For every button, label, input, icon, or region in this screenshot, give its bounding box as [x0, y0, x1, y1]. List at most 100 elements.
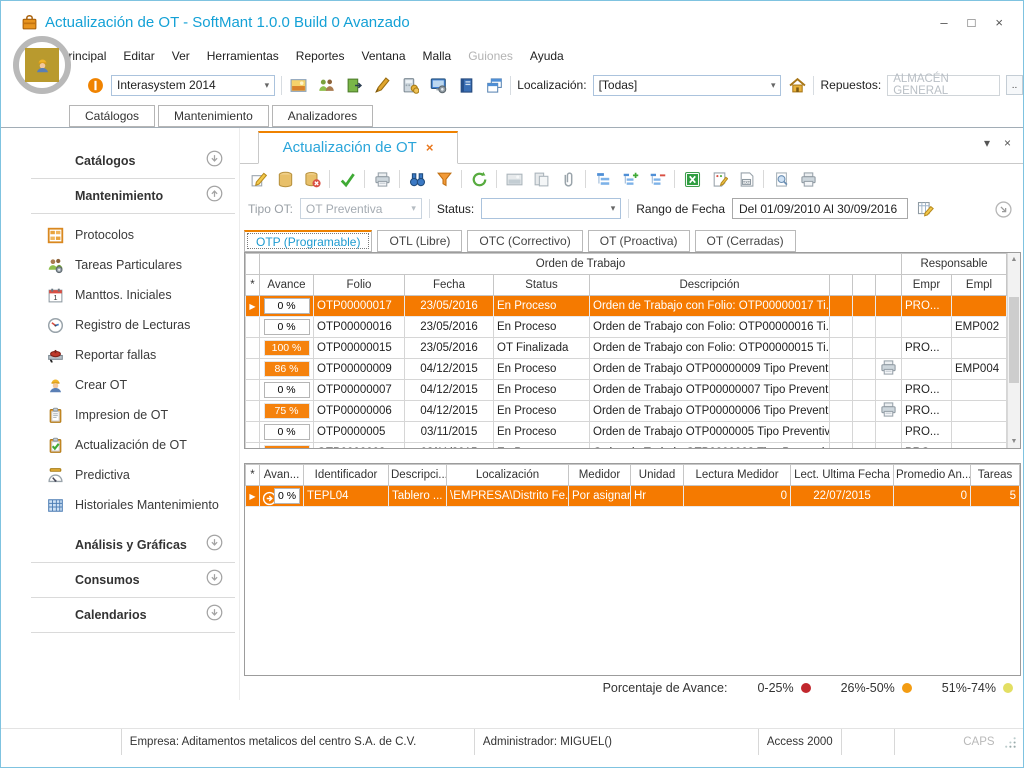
menu-item-5[interactable]: Ventana [361, 49, 405, 63]
sidebar-item-5[interactable]: Crear OT [45, 370, 235, 400]
close-button[interactable]: × [995, 16, 1003, 29]
menu-item-4[interactable]: Reportes [296, 49, 345, 63]
col-medidor[interactable]: Medidor [569, 465, 631, 486]
col-identificador[interactable]: Identificador [304, 465, 389, 486]
users-icon[interactable] [316, 75, 336, 95]
exit-icon[interactable] [344, 75, 364, 95]
col-descripcion[interactable]: Descripci... [389, 465, 447, 486]
workspace-tab-0[interactable]: Catálogos [69, 105, 155, 127]
table-row[interactable]: 0 %OTP000000503/11/2015En ProcesoOrden d… [246, 422, 1007, 443]
workspace-tab-1[interactable]: Mantenimiento [158, 105, 269, 127]
image-icon[interactable] [288, 75, 308, 95]
scroll-down-icon[interactable]: ▼ [1008, 438, 1020, 445]
sidebar-item-2[interactable]: 1Manttos. Iniciales [45, 280, 235, 310]
binoculars-icon[interactable] [407, 169, 427, 189]
ot-tab-3[interactable]: OT (Proactiva) [588, 230, 690, 252]
image2-icon[interactable] [504, 169, 524, 189]
col-lect-ultima-fecha[interactable]: Lect. Ultima Fecha [791, 465, 894, 486]
document-tab[interactable]: Actualización de OT × [258, 131, 458, 164]
repuestos-field[interactable]: ALMACÉN GENERAL [887, 75, 1000, 96]
sidebar-item-8[interactable]: Predictiva [45, 460, 235, 490]
resize-grip[interactable] [1002, 729, 1023, 755]
tree-add-icon[interactable] [620, 169, 640, 189]
sidebar-section-0[interactable]: Catálogos [31, 144, 235, 179]
col-descripcion[interactable]: Descripción [590, 275, 830, 296]
drill-icon[interactable] [261, 490, 274, 503]
edit-icon[interactable] [248, 169, 268, 189]
txt-icon[interactable]: TXT [736, 169, 756, 189]
collapse-panel-icon[interactable] [995, 201, 1013, 219]
repuestos-more-button[interactable]: .. [1006, 75, 1023, 95]
tree-remove-icon[interactable] [647, 169, 667, 189]
col-empl[interactable]: Empl [952, 275, 1007, 296]
printer-icon[interactable] [372, 169, 392, 189]
paperclip-icon[interactable] [558, 169, 578, 189]
expand-section-icon[interactable] [206, 150, 229, 173]
workspace-tab-2[interactable]: Analizadores [272, 105, 373, 127]
document-tab-close-icon[interactable]: × [426, 140, 434, 155]
col-avance[interactable]: Avan... [260, 465, 304, 486]
col-status[interactable]: Status [494, 275, 590, 296]
database-delete-icon[interactable] [302, 169, 322, 189]
col-empr[interactable]: Empr [902, 275, 952, 296]
table-row[interactable]: ▶0 %TEPL04Tablero ...\EMPRESA\Distrito F… [246, 486, 1020, 507]
excel-icon[interactable] [682, 169, 702, 189]
system-combo[interactable]: Interasystem 2014 ▾ [111, 75, 275, 96]
menu-item-7[interactable]: Guiones [468, 49, 513, 63]
rango-fecha-field[interactable]: Del 01/09/2010 Al 30/09/2016 [732, 198, 908, 219]
menu-item-1[interactable]: Editar [123, 49, 154, 63]
expand-section-icon[interactable] [206, 604, 229, 627]
sidebar-section-2[interactable]: Análisis y Gráficas [31, 528, 235, 563]
book-icon[interactable] [456, 75, 476, 95]
refresh-icon[interactable] [469, 169, 489, 189]
window-icon[interactable] [484, 75, 504, 95]
minimize-button[interactable]: – [940, 16, 947, 29]
home-icon[interactable] [787, 75, 807, 95]
maximize-button[interactable]: □ [968, 16, 976, 29]
sidebar-item-6[interactable]: Impresion de OT [45, 400, 235, 430]
sidebar-section-4[interactable]: Calendarios [31, 598, 235, 633]
table-row[interactable]: 97 %OTP000000303/11/2015En ProcesoOrden … [246, 443, 1007, 449]
menu-item-3[interactable]: Herramientas [207, 49, 279, 63]
tipo-ot-combo[interactable]: OT Preventiva ▾ [300, 198, 422, 219]
note-icon[interactable] [709, 169, 729, 189]
menu-item-6[interactable]: Malla [423, 49, 452, 63]
expand-section-icon[interactable] [206, 534, 229, 557]
col-avance[interactable]: Avance [260, 275, 314, 296]
sidebar-item-9[interactable]: Historiales Mantenimiento [45, 490, 235, 520]
calendar-edit-icon[interactable] [915, 199, 935, 219]
col-folio[interactable]: Folio [314, 275, 405, 296]
monitor-gear-icon[interactable] [428, 75, 448, 95]
table-row[interactable]: 0 %OTP0000001623/05/2016En ProcesoOrden … [246, 317, 1007, 338]
paste-icon[interactable] [531, 169, 551, 189]
sidebar-item-4[interactable]: Reportar fallas [45, 340, 235, 370]
col-localizacion[interactable]: Localización [447, 465, 569, 486]
menu-item-2[interactable]: Ver [172, 49, 190, 63]
preview-icon[interactable] [771, 169, 791, 189]
calculator-icon[interactable] [400, 75, 420, 95]
sidebar-section-1[interactable]: Mantenimiento [31, 179, 235, 214]
print-icon[interactable] [798, 169, 818, 189]
power-icon[interactable] [85, 75, 105, 95]
col-lectura-medidor[interactable]: Lectura Medidor [684, 465, 791, 486]
table-row[interactable]: 86 %OTP0000000904/12/2015En ProcesoOrden… [246, 359, 1007, 380]
table-row[interactable]: 75 %OTP0000000604/12/2015En ProcesoOrden… [246, 401, 1007, 422]
ot-tab-0[interactable]: OTP (Programable) [244, 230, 372, 252]
sidebar-item-3[interactable]: Registro de Lecturas [45, 310, 235, 340]
table-row[interactable]: 0 %OTP0000000704/12/2015En ProcesoOrden … [246, 380, 1007, 401]
vertical-scrollbar[interactable]: ▲ ▼ [1007, 253, 1020, 448]
status-combo[interactable]: ▾ [481, 198, 621, 219]
filter-icon[interactable] [434, 169, 454, 189]
menu-item-8[interactable]: Ayuda [530, 49, 564, 63]
table-row[interactable]: 100 %OTP0000001523/05/2016OT FinalizadaO… [246, 338, 1007, 359]
col-unidad[interactable]: Unidad [631, 465, 684, 486]
collapse-section-icon[interactable] [206, 185, 229, 208]
ot-tab-2[interactable]: OTC (Correctivo) [467, 230, 582, 252]
sidebar-item-1[interactable]: Tareas Particulares [45, 250, 235, 280]
expand-section-icon[interactable] [206, 569, 229, 592]
localizacion-combo[interactable]: [Todas] ▾ [593, 75, 782, 96]
ot-tab-4[interactable]: OT (Cerradas) [695, 230, 796, 252]
col-tareas[interactable]: Tareas [971, 465, 1020, 486]
sidebar-item-0[interactable]: Protocolos [45, 220, 235, 250]
quill-icon[interactable] [372, 75, 392, 95]
